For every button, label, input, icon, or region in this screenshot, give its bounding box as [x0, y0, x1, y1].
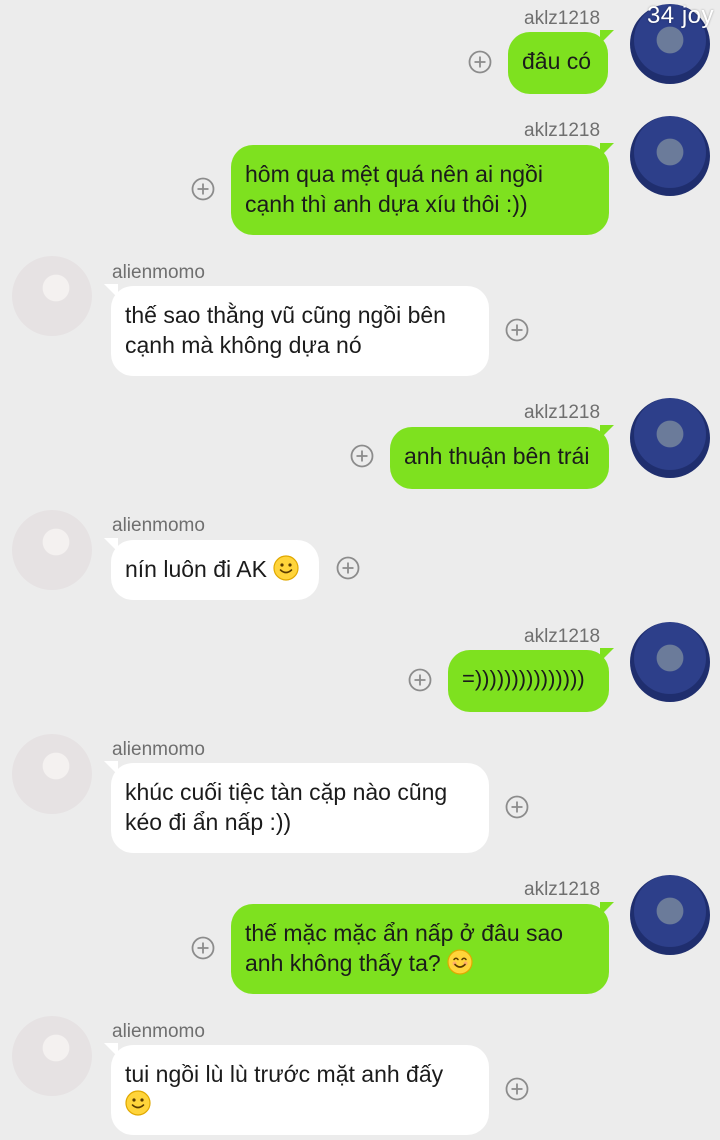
message-bubble[interactable]: thế mặc mặc ẩn nấp ở đâu sao anh không t… [231, 904, 609, 994]
bubble-tail [600, 143, 614, 157]
add-icon[interactable] [350, 444, 374, 468]
message-bubble[interactable]: tui ngồi lù lù trước mặt anh đấy [111, 1045, 489, 1135]
message-line: anh không thấy ta? [245, 950, 441, 976]
message-line: cạnh thì anh dựa xíu thôi :)) [245, 191, 528, 217]
message-line: hôm qua mệt quá nên ai ngồi [245, 161, 543, 187]
message-bubble[interactable]: anh thuận bên trái [390, 427, 609, 489]
add-icon[interactable] [408, 668, 432, 692]
message-line-with-emoji: anh không thấy ta? [245, 948, 595, 978]
bubble-tail [600, 902, 614, 916]
message-bubble[interactable]: hôm qua mệt quá nên ai ngồi cạnh thì anh… [231, 145, 609, 235]
add-icon[interactable] [336, 556, 360, 580]
message-line: thế mặc mặc ẩn nấp ở đâu sao [245, 920, 564, 946]
bubble-tail [104, 1043, 118, 1057]
avatar[interactable] [630, 116, 710, 196]
sender-name: alienmomo [112, 739, 205, 760]
sender-name: alienmomo [112, 515, 205, 536]
watermark: 34 joy [646, 2, 714, 29]
smiling-eyes-emoji-icon [447, 949, 473, 975]
slight-smile-emoji-icon [125, 1090, 151, 1116]
message-line: tui ngồi lù lù trước mặt anh đấy [125, 1061, 444, 1087]
add-icon[interactable] [191, 177, 215, 201]
message-bubble[interactable]: nín luôn đi AK [111, 540, 319, 600]
avatar[interactable] [12, 734, 92, 814]
message-bubble[interactable]: =))))))))))))))) [448, 650, 609, 712]
message-bubble[interactable]: đâu có [508, 32, 608, 94]
add-icon[interactable] [468, 50, 492, 74]
message-text: nín luôn đi AK [125, 556, 267, 582]
sender-name: aklz1218 [524, 120, 601, 141]
add-icon[interactable] [505, 1077, 529, 1101]
message-line: cạnh mà không dựa nó [125, 332, 362, 358]
avatar[interactable] [630, 622, 710, 702]
message-text: anh thuận bên trái [404, 443, 590, 469]
bubble-tail [600, 648, 614, 662]
message-text: =))))))))))))))) [462, 666, 585, 691]
avatar[interactable] [12, 256, 92, 336]
avatar[interactable] [12, 1016, 92, 1096]
sender-name: aklz1218 [524, 8, 601, 29]
sender-name: alienmomo [112, 1021, 205, 1042]
message-bubble[interactable]: khúc cuối tiệc tàn cặp nào cũng kéo đi ẩ… [111, 763, 489, 853]
bubble-tail [104, 284, 118, 298]
sender-name: aklz1218 [524, 879, 601, 900]
avatar[interactable] [630, 875, 710, 955]
message-bubble[interactable]: thế sao thằng vũ cũng ngồi bên cạnh mà k… [111, 286, 489, 376]
sender-name: aklz1218 [524, 402, 601, 423]
bubble-tail [104, 761, 118, 775]
add-icon[interactable] [505, 318, 529, 342]
bubble-tail [600, 30, 614, 44]
message-emoji-line [125, 1089, 475, 1119]
slight-smile-emoji-icon [273, 555, 300, 581]
sender-name: aklz1218 [524, 626, 601, 647]
message-line: kéo đi ẩn nấp :)) [125, 809, 292, 835]
message-line: khúc cuối tiệc tàn cặp nào cũng [125, 779, 448, 805]
message-line: thế sao thằng vũ cũng ngồi bên [125, 302, 446, 328]
add-icon[interactable] [505, 795, 529, 819]
message-text: đâu có [522, 48, 592, 74]
bubble-tail [600, 425, 614, 439]
add-icon[interactable] [191, 936, 215, 960]
avatar[interactable] [630, 398, 710, 478]
sender-name: alienmomo [112, 262, 205, 283]
bubble-tail [104, 538, 118, 552]
avatar[interactable] [12, 510, 92, 590]
